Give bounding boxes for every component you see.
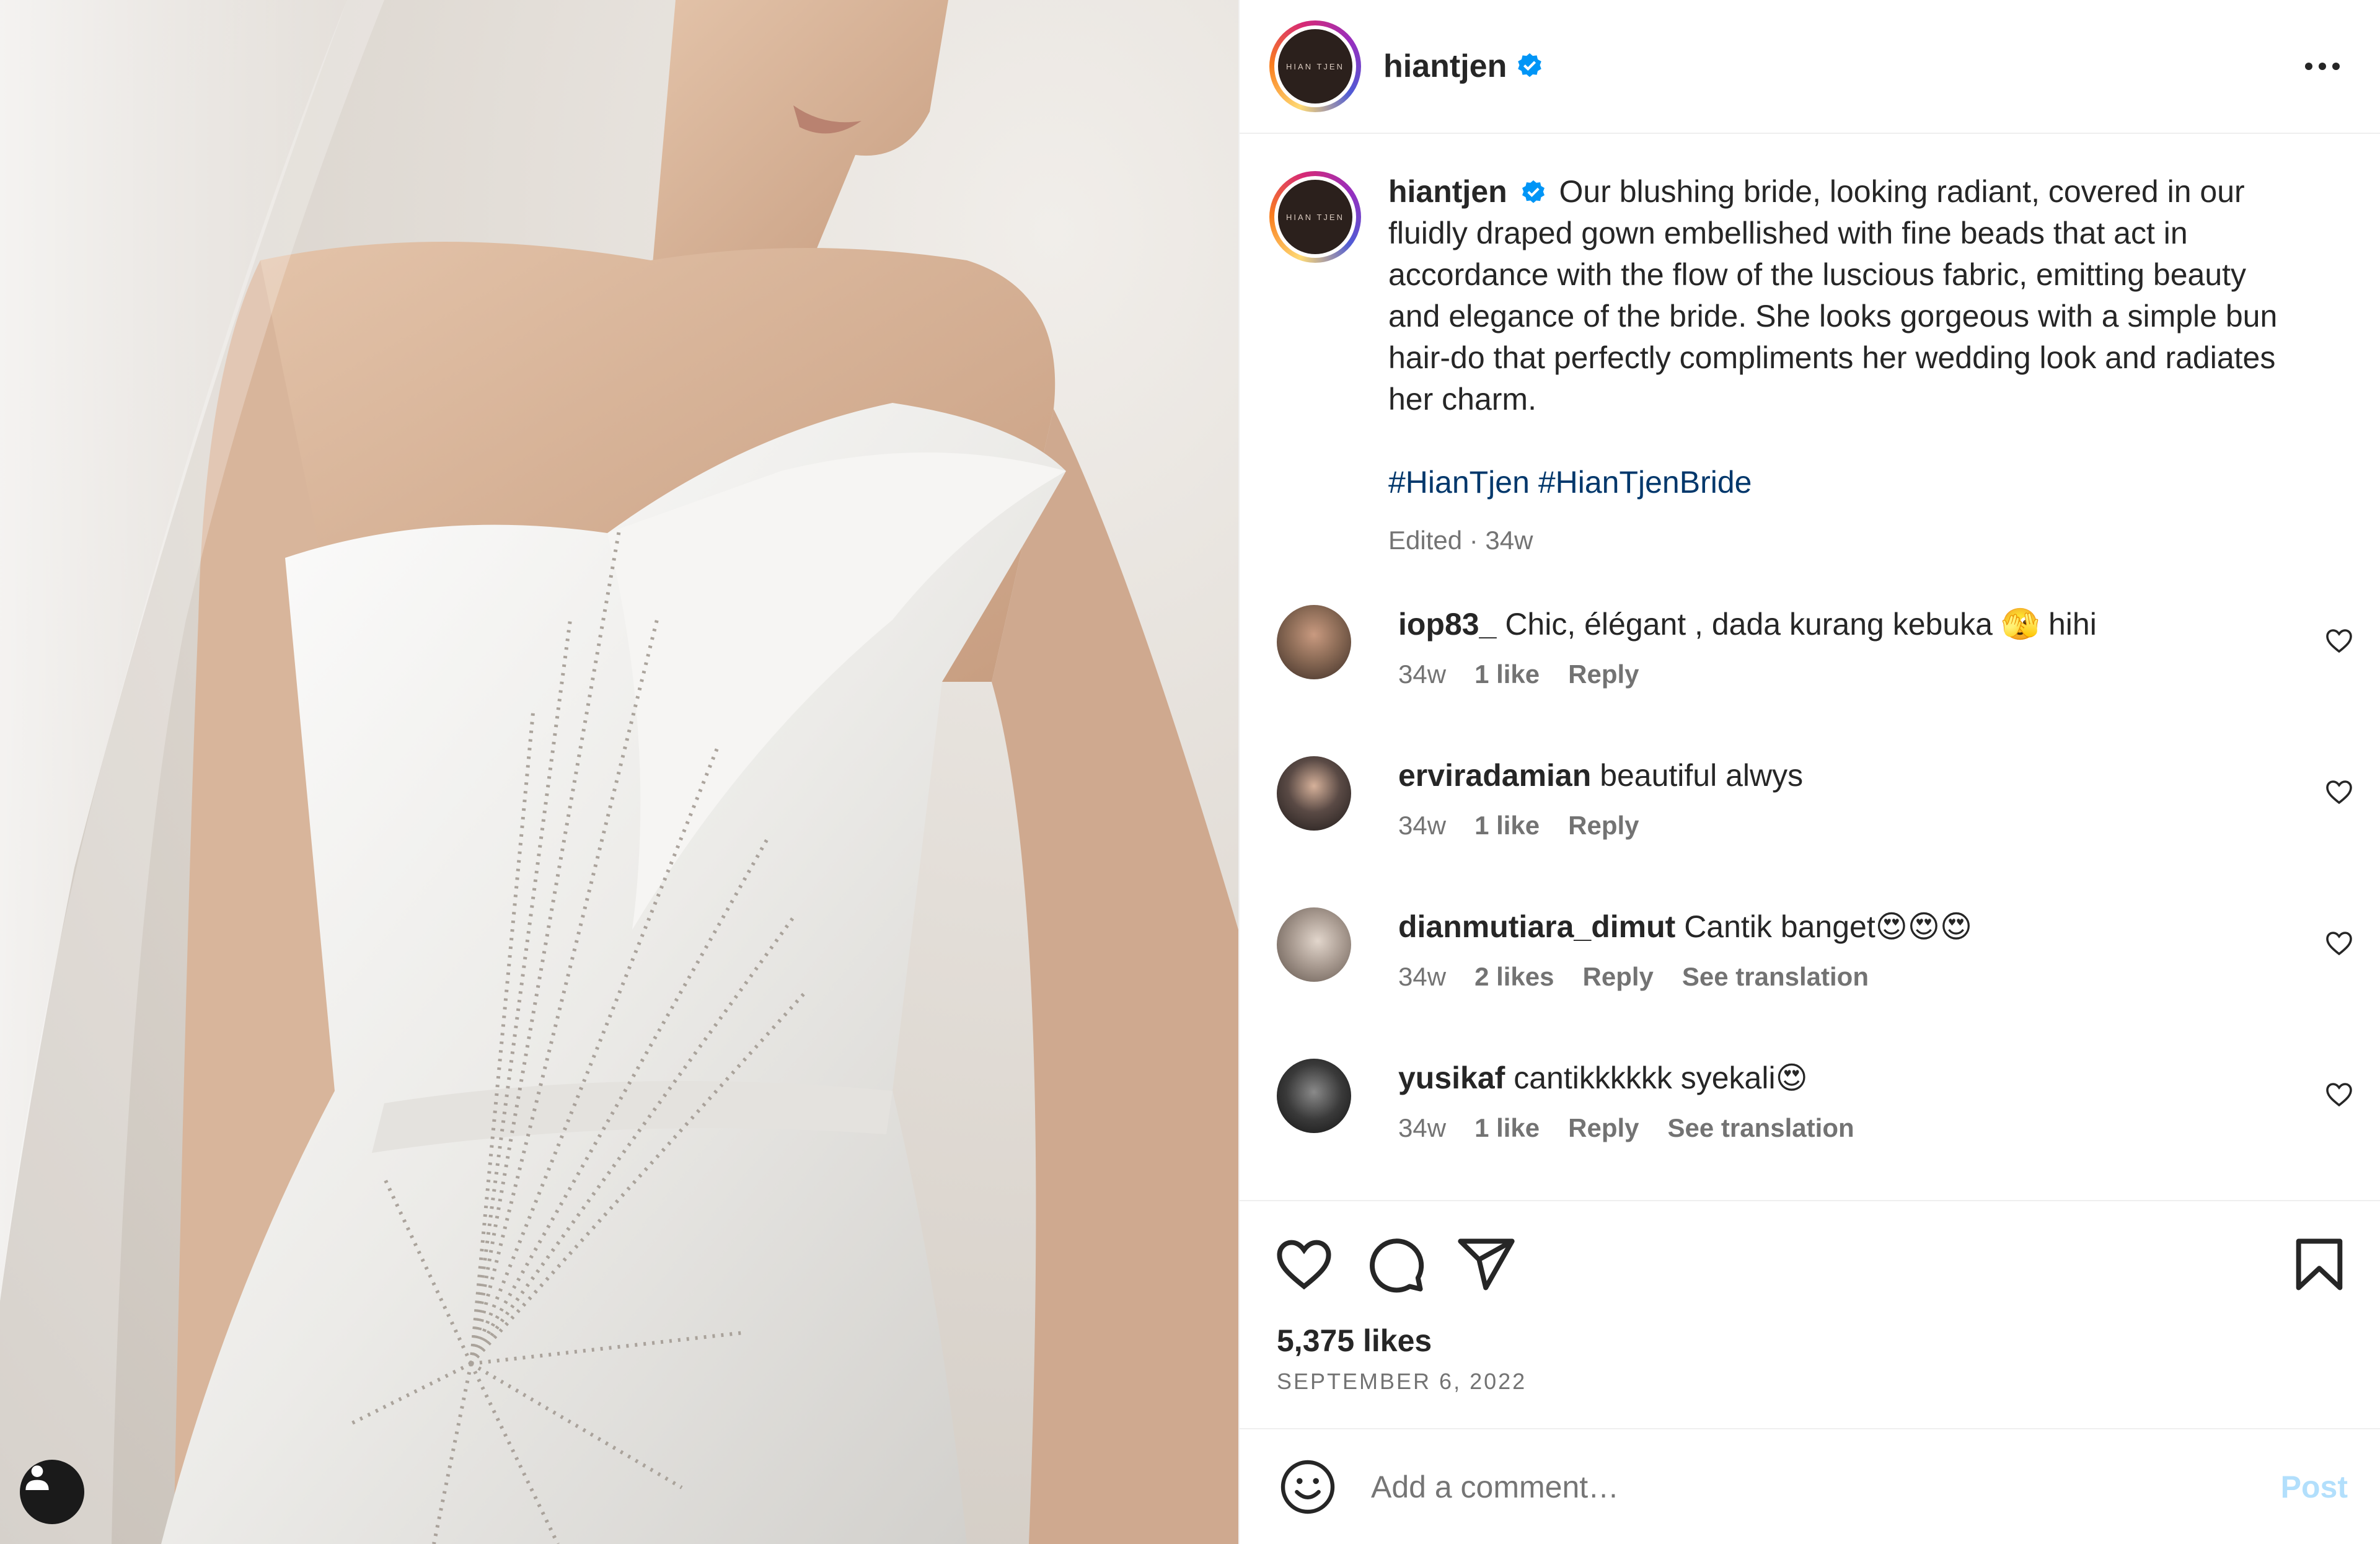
comment-likes[interactable]: 2 likes bbox=[1474, 962, 1554, 992]
comment-item: dianmutiara_dimut Cantik banget😍😍😍 34w 2… bbox=[1269, 907, 2354, 992]
hashtag-link[interactable]: #HianTjenBride bbox=[1538, 465, 1752, 500]
caption-username[interactable]: hiantjen bbox=[1388, 174, 1507, 209]
author-username[interactable]: hiantjen bbox=[1383, 48, 1507, 85]
more-options-button[interactable] bbox=[2294, 48, 2350, 85]
reply-button[interactable]: Reply bbox=[1568, 811, 1639, 840]
like-count[interactable]: 5,375 likes bbox=[1277, 1323, 1432, 1359]
add-comment-bar: Post bbox=[1240, 1428, 2380, 1544]
caption-edited-time: Edited · 34w bbox=[1388, 526, 1533, 555]
comment-bubble-icon[interactable] bbox=[1365, 1233, 1427, 1295]
reply-button[interactable]: Reply bbox=[1583, 962, 1654, 992]
comment-item: yusikaf cantikkkkkk syekali😍 34w 1 like … bbox=[1269, 1059, 2354, 1143]
heart-icon[interactable] bbox=[2324, 929, 2354, 958]
caption-hashtags: #HianTjen #HianTjenBride bbox=[1388, 462, 2293, 503]
post-details-panel: HIAN TJEN hiantjen HIAN TJEN hiantjen Ou… bbox=[1238, 0, 2380, 1544]
caption-author-avatar[interactable]: HIAN TJEN bbox=[1269, 171, 1361, 263]
commenter-username[interactable]: yusikaf bbox=[1398, 1061, 1505, 1095]
commenter-username[interactable]: iop83_ bbox=[1398, 607, 1496, 642]
reply-button[interactable]: Reply bbox=[1568, 660, 1639, 689]
brand-logo: HIAN TJEN bbox=[1278, 29, 1352, 104]
commenter-avatar[interactable] bbox=[1277, 756, 1351, 831]
commenter-username[interactable]: dianmutiara_dimut bbox=[1398, 909, 1675, 944]
see-translation-button[interactable]: See translation bbox=[1668, 1113, 1854, 1143]
heart-icon[interactable] bbox=[2324, 777, 2354, 807]
comment-likes[interactable]: 1 like bbox=[1474, 811, 1540, 840]
brand-logo: HIAN TJEN bbox=[1278, 180, 1352, 254]
paper-plane-icon[interactable] bbox=[1455, 1233, 1517, 1295]
heart-icon[interactable] bbox=[1273, 1233, 1335, 1295]
post-photo[interactable] bbox=[0, 0, 1238, 1544]
post-caption: HIAN TJEN hiantjen Our blushing bride, l… bbox=[1240, 134, 2380, 561]
verified-badge-icon bbox=[1522, 180, 1545, 203]
person-tag-icon[interactable] bbox=[20, 1460, 84, 1524]
comments-section: HIAN TJEN hiantjen Our blushing bride, l… bbox=[1240, 134, 2380, 1200]
comment-text: Cantik banget😍😍😍 bbox=[1684, 909, 1973, 944]
heart-icon[interactable] bbox=[2324, 1080, 2354, 1109]
comment-likes[interactable]: 1 like bbox=[1474, 660, 1540, 689]
commenter-username[interactable]: erviradamian bbox=[1398, 758, 1591, 793]
bookmark-icon[interactable] bbox=[2288, 1233, 2350, 1295]
comment-time: 34w bbox=[1398, 660, 1447, 689]
bridal-gown-photo bbox=[0, 0, 1238, 1544]
author-avatar[interactable]: HIAN TJEN bbox=[1269, 20, 1361, 112]
commenter-avatar[interactable] bbox=[1277, 605, 1351, 679]
post-date: SEPTEMBER 6, 2022 bbox=[1277, 1369, 1527, 1394]
comment-input[interactable] bbox=[1370, 1468, 2281, 1506]
person-icon bbox=[25, 1465, 49, 1490]
verified-badge-icon bbox=[1518, 53, 1542, 77]
post-comment-button[interactable]: Post bbox=[2281, 1469, 2348, 1505]
comment-text: Chic, élégant , dada kurang kebuka 🫣 hih… bbox=[1505, 607, 2097, 642]
comment-text: beautiful alwys bbox=[1600, 758, 1804, 793]
comment-text: cantikkkkkk syekali😍 bbox=[1514, 1061, 1808, 1095]
comment-item: iop83_ Chic, élégant , dada kurang kebuk… bbox=[1269, 605, 2354, 689]
heart-icon[interactable] bbox=[2324, 626, 2354, 656]
comment-time: 34w bbox=[1398, 962, 1447, 991]
commenter-avatar[interactable] bbox=[1277, 907, 1351, 982]
comment-time: 34w bbox=[1398, 811, 1447, 840]
caption-text: Our blushing bride, looking radiant, cov… bbox=[1388, 174, 2278, 417]
comment-likes[interactable]: 1 like bbox=[1474, 1113, 1540, 1143]
emoji-smile-icon[interactable] bbox=[1278, 1457, 1338, 1517]
commenter-avatar[interactable] bbox=[1277, 1059, 1351, 1133]
reply-button[interactable]: Reply bbox=[1568, 1113, 1639, 1143]
comment-time: 34w bbox=[1398, 1113, 1447, 1142]
see-translation-button[interactable]: See translation bbox=[1682, 962, 1869, 992]
comment-item: erviradamian beautiful alwys 34w 1 like … bbox=[1269, 756, 2354, 840]
instagram-post-view: HIAN TJEN hiantjen HIAN TJEN hiantjen Ou… bbox=[0, 0, 2380, 1544]
post-actions-bar: 5,375 likes SEPTEMBER 6, 2022 bbox=[1240, 1200, 2380, 1428]
post-header: HIAN TJEN hiantjen bbox=[1240, 0, 2380, 134]
more-dots-icon bbox=[2305, 63, 2312, 70]
hashtag-link[interactable]: #HianTjen bbox=[1388, 465, 1530, 500]
